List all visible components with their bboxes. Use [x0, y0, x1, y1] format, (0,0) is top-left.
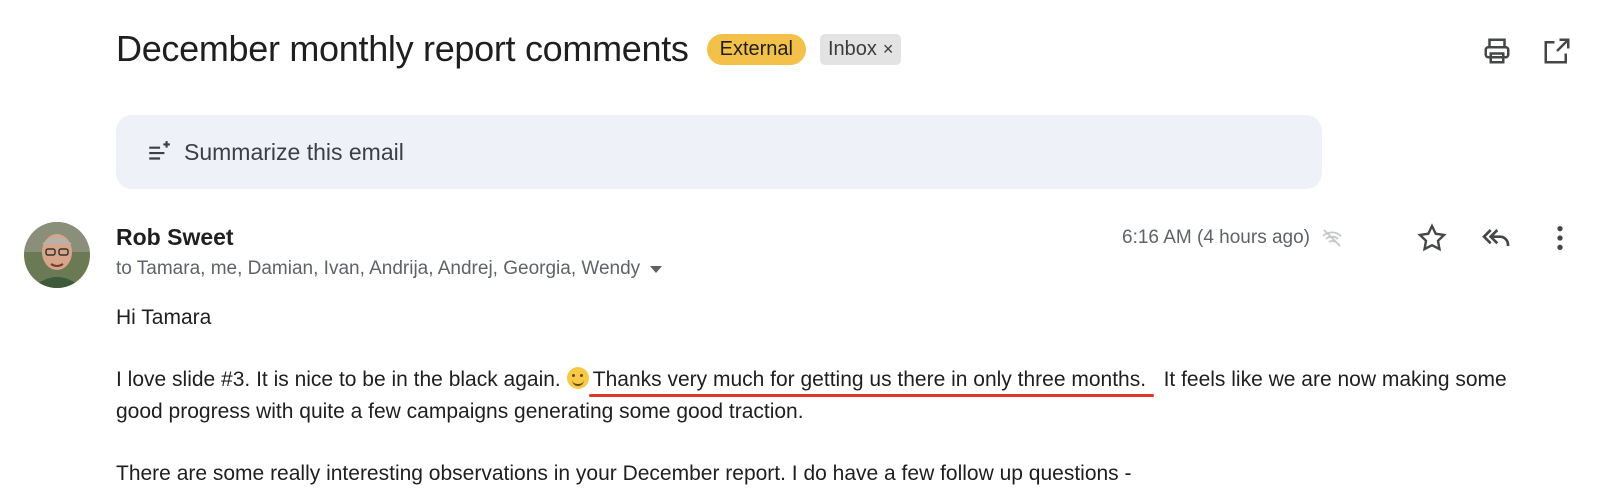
- star-icon[interactable]: [1416, 222, 1448, 254]
- reply-all-icon[interactable]: [1480, 222, 1512, 254]
- signal-icon: [1322, 229, 1342, 247]
- email-subject: December monthly report comments: [116, 28, 689, 69]
- inbox-label: Inbox ×: [819, 33, 902, 65]
- email-body: Hi Tamara I love slide #3. It is nice to…: [116, 302, 1556, 490]
- external-label: External: [706, 33, 806, 65]
- summarize-button[interactable]: Summarize this email: [116, 115, 1322, 189]
- underlined-sentence: Thanks very much for getting us there in…: [592, 368, 1147, 391]
- message-actions: [1416, 222, 1576, 254]
- top-toolbar: [1482, 36, 1572, 66]
- body-paragraph-1: I love slide #3. It is nice to be in the…: [116, 364, 1556, 428]
- recipients-text: to Tamara, me, Damian, Ivan, Andrija, An…: [116, 258, 641, 279]
- body-text: I love slide #3. It is nice to be in the…: [116, 368, 561, 391]
- greeting: Hi Tamara: [116, 306, 212, 329]
- inbox-label-text: Inbox: [827, 37, 877, 60]
- message-timestamp: 6:16 AM (4 hours ago): [1122, 227, 1310, 248]
- subject-row: December monthly report comments Externa…: [116, 28, 902, 70]
- remove-label-button[interactable]: ×: [883, 39, 894, 60]
- open-in-new-window-icon[interactable]: [1542, 36, 1572, 66]
- summarize-label: Summarize this email: [184, 138, 404, 165]
- recipients-line: to Tamara, me, Damian, Ivan, Andrija, An…: [116, 258, 663, 280]
- print-icon[interactable]: [1482, 36, 1512, 66]
- smile-emoji: [566, 367, 589, 389]
- show-details-chevron-icon[interactable]: [650, 265, 663, 273]
- more-vert-icon[interactable]: [1544, 222, 1576, 254]
- summarize-sparkle-icon: [149, 141, 170, 160]
- message-meta: 6:16 AM (4 hours ago): [1122, 226, 1344, 250]
- avatar[interactable]: [24, 222, 90, 288]
- sender-name[interactable]: Rob Sweet: [116, 224, 234, 251]
- body-paragraph-2: There are some really interesting observ…: [116, 462, 1132, 485]
